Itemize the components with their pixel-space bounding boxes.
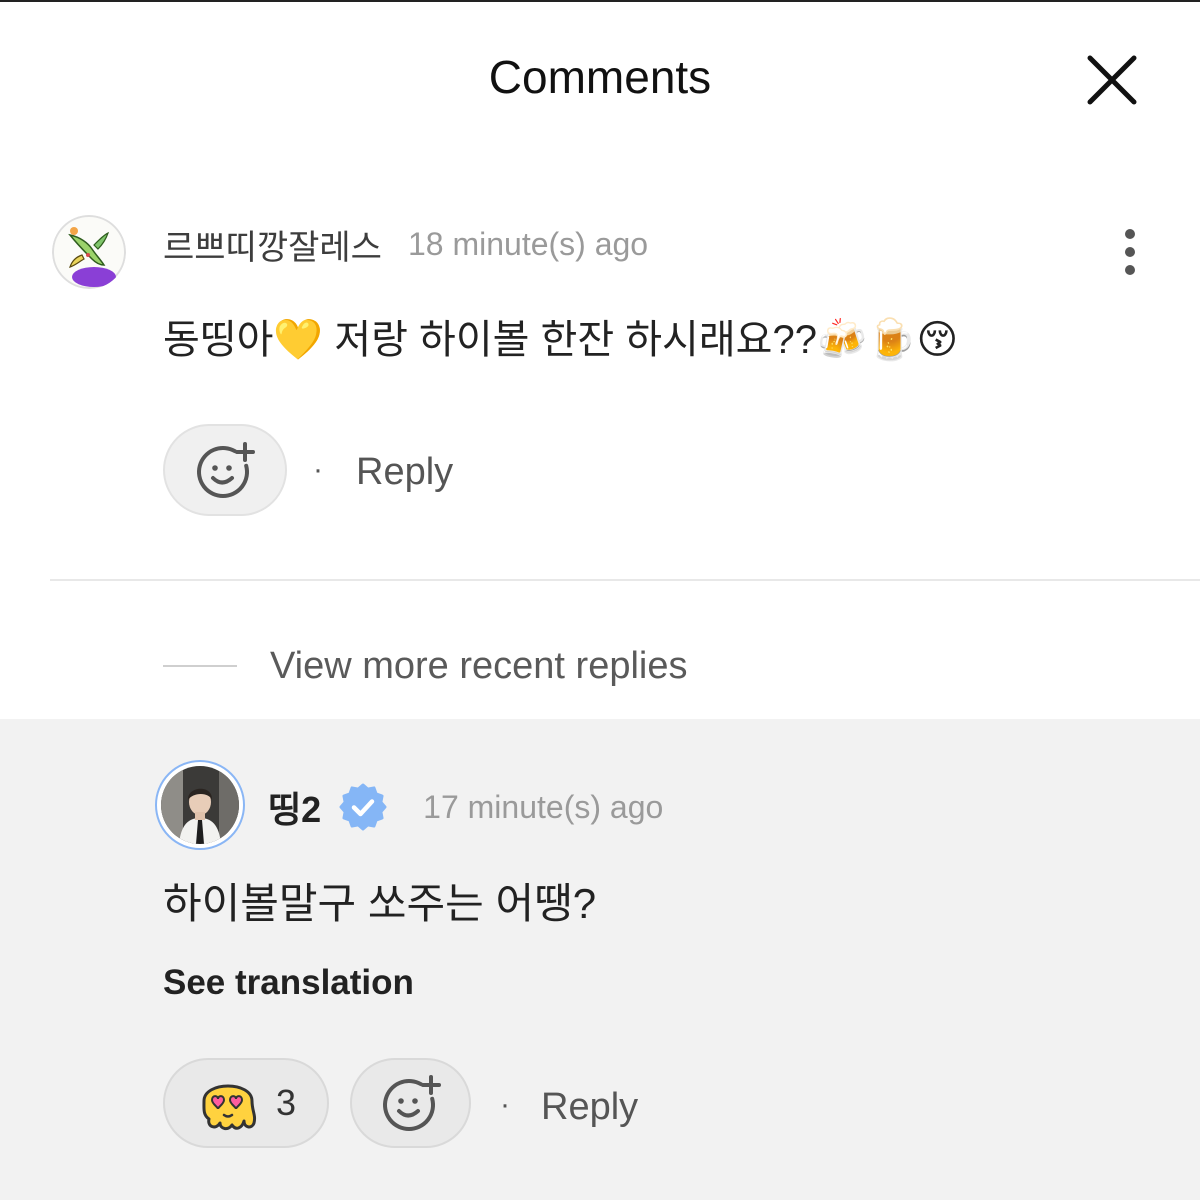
comment-timestamp: 18 minute(s) ago bbox=[407, 225, 649, 262]
melting-face-heart-eyes-icon bbox=[202, 1084, 257, 1131]
smile-plus-icon bbox=[197, 442, 255, 498]
reply-timestamp: 17 minute(s) ago bbox=[423, 788, 664, 825]
comment-text: 동띵아💛 저랑 하이볼 한잔 하시래요??🍻🍺😚 bbox=[163, 318, 959, 362]
reply-avatar[interactable] bbox=[155, 760, 245, 850]
reply-button[interactable]: Reply bbox=[356, 447, 453, 497]
avatar[interactable] bbox=[52, 215, 126, 289]
view-more-replies-link[interactable]: View more recent replies bbox=[270, 640, 687, 692]
comment-meta: 르쁘띠깡잘레스 18 minute(s) ago bbox=[163, 219, 648, 269]
reply-button[interactable]: Reply bbox=[541, 1082, 638, 1132]
avatar-photo bbox=[161, 766, 239, 844]
page-title: Comments bbox=[488, 51, 712, 103]
add-reaction-button[interactable] bbox=[163, 424, 287, 516]
reply-username[interactable]: 띵2 bbox=[268, 781, 321, 833]
verified-badge-icon bbox=[339, 783, 387, 831]
comments-sheet: Comments 르쁘띠깡잘레스 18 minute(s) ago 동띵아💛 저… bbox=[0, 0, 1200, 1200]
separator-dot: · bbox=[500, 1088, 510, 1121]
add-reaction-button[interactable] bbox=[350, 1058, 471, 1148]
reply-text: 하이볼말구 쏘주는 어땡? bbox=[163, 880, 597, 927]
close-button[interactable] bbox=[1086, 55, 1138, 105]
close-icon bbox=[1087, 55, 1137, 105]
more-vertical-icon bbox=[1125, 229, 1135, 275]
separator-dot: · bbox=[313, 453, 323, 486]
reaction-button[interactable]: 3 bbox=[163, 1058, 329, 1148]
see-translation-link[interactable]: See translation bbox=[163, 958, 414, 1008]
comment-username[interactable]: 르쁘띠깡잘레스 bbox=[163, 220, 382, 269]
view-more-line bbox=[163, 665, 237, 667]
avatar-illustration bbox=[52, 215, 126, 289]
reply-meta: 띵2 17 minute(s) ago bbox=[268, 782, 663, 832]
smile-plus-icon bbox=[382, 1075, 441, 1131]
comment-menu-button[interactable] bbox=[1116, 224, 1144, 280]
divider bbox=[50, 579, 1200, 581]
reaction-count: 3 bbox=[275, 1082, 297, 1123]
